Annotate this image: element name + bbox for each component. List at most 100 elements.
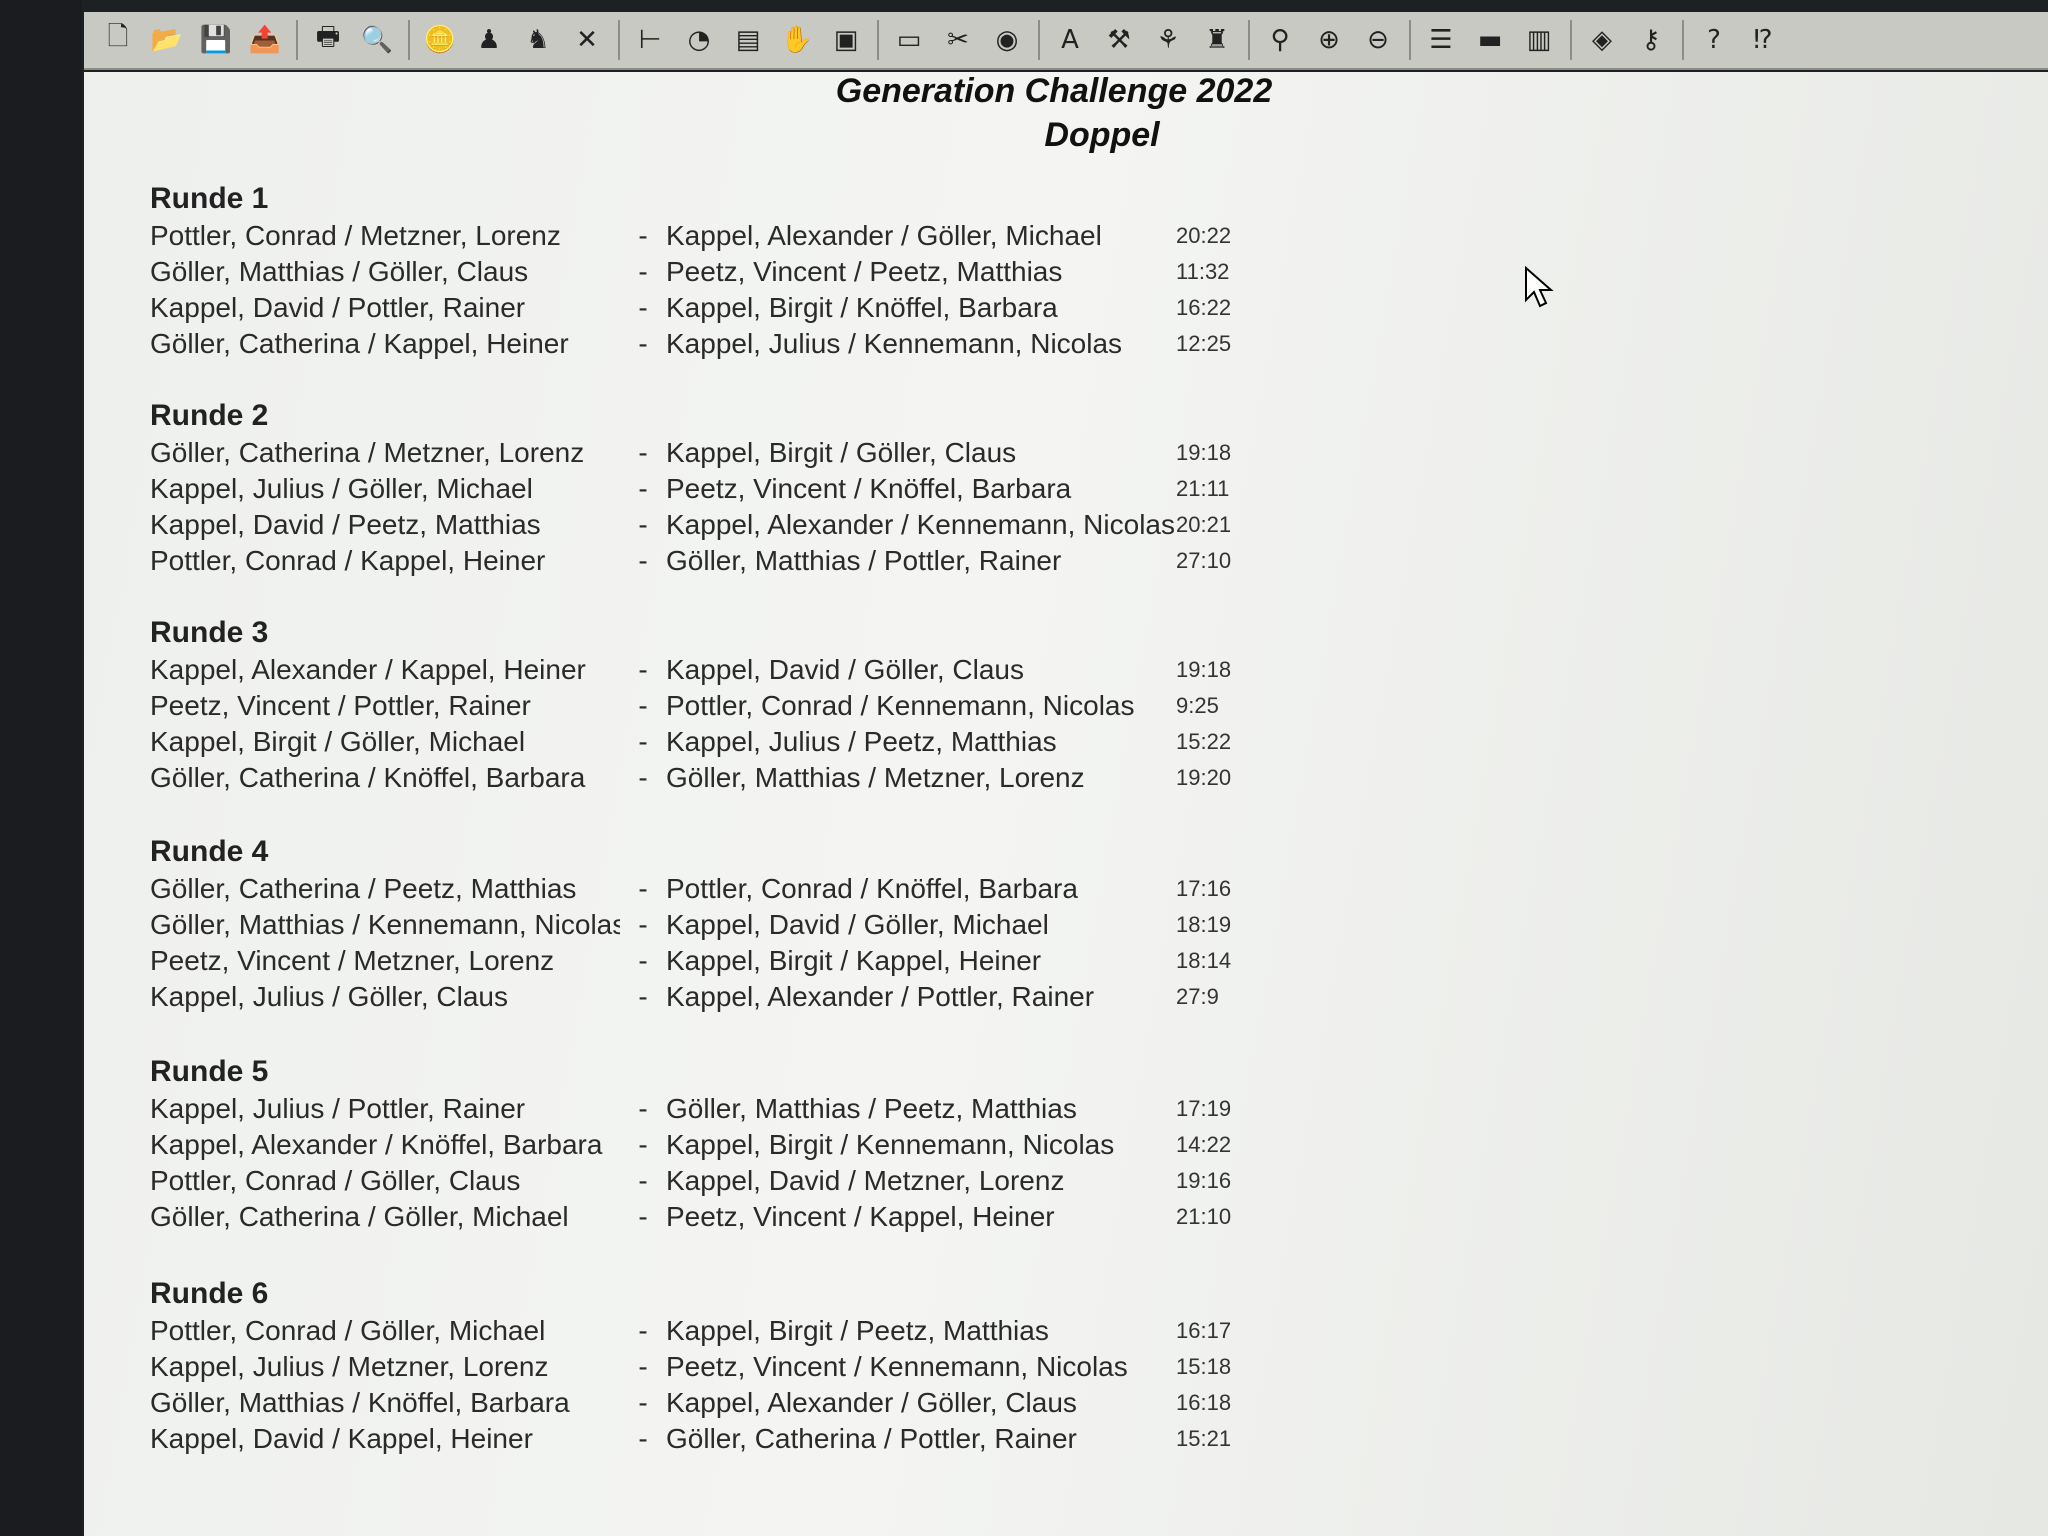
separator-dash: - bbox=[638, 690, 648, 721]
team-b: Pottler, Conrad / Kennemann, Nicolas bbox=[666, 690, 1135, 721]
match-score: 15:18 bbox=[1176, 1354, 1232, 1379]
box-icon[interactable]: ▣ bbox=[826, 20, 866, 60]
report-page: Generation Challenge 2022 Doppel Runde 1… bbox=[84, 72, 2048, 1536]
round-title: Runde 1 bbox=[150, 182, 269, 215]
team-b: Kappel, David / Göller, Michael bbox=[666, 909, 1049, 940]
match-row: Kappel, David / Pottler, Rainer - Kappel, … bbox=[150, 290, 1370, 326]
team-a: Göller, Catherina / Knöffel, Barbara bbox=[150, 762, 586, 793]
export-icon[interactable]: 📤 bbox=[245, 20, 285, 60]
open-folder-icon[interactable]: 📂 bbox=[147, 20, 187, 60]
team-b: Kappel, Julius / Kennemann, Nicolas bbox=[666, 328, 1123, 359]
team-b: Kappel, Birgit / Knöffel, Barbara bbox=[666, 292, 1058, 323]
team-b: Peetz, Vincent / Kappel, Heiner bbox=[666, 1201, 1055, 1232]
round-block: Runde 6 Pottler, Conrad / Göller, Michael… bbox=[150, 1275, 1370, 1457]
round-block: Runde 5 Kappel, Julius / Pottler, Rainer -… bbox=[150, 1053, 1370, 1235]
save-icon[interactable]: 💾 bbox=[196, 20, 236, 60]
hand-icon[interactable]: ✋ bbox=[777, 20, 817, 60]
zoom-out-icon[interactable]: ⊖ bbox=[1358, 20, 1398, 60]
list-icon[interactable]: ▤ bbox=[728, 20, 768, 60]
tree-icon[interactable]: ⊢ bbox=[630, 20, 670, 60]
print-preview-icon[interactable]: 🔍 bbox=[357, 20, 397, 60]
team-b: Kappel, Alexander / Göller, Claus bbox=[666, 1387, 1077, 1418]
match-score: 17:19 bbox=[1176, 1096, 1232, 1121]
new-document-icon[interactable]: 🗋 bbox=[98, 20, 138, 60]
globe-icon[interactable]: ◉ bbox=[987, 20, 1027, 60]
round-block: Runde 2 Göller, Catherina / Metzner, Lore… bbox=[150, 397, 1370, 579]
round-title: Runde 2 bbox=[150, 399, 269, 432]
team-a: Göller, Matthias / Knöffel, Barbara bbox=[150, 1387, 570, 1418]
separator-dash: - bbox=[638, 220, 648, 251]
match-score: 20:22 bbox=[1176, 223, 1232, 248]
clock-icon[interactable]: ◔ bbox=[679, 20, 719, 60]
columns-icon[interactable]: ▥ bbox=[1519, 20, 1559, 60]
match-row: Kappel, Birgit / Göller, Michael - Kappel,… bbox=[150, 724, 1370, 760]
match-row: Kappel, Alexander / Kappel, Heiner - Kappe… bbox=[150, 652, 1370, 688]
match-score: 18:19 bbox=[1176, 912, 1232, 937]
separator-dash: - bbox=[638, 945, 648, 976]
match-row: Göller, Matthias / Knöffel, Barbara - Kapp… bbox=[150, 1385, 1370, 1421]
group-icon[interactable]: ♜ bbox=[1197, 20, 1237, 60]
match-score: 16:17 bbox=[1176, 1318, 1232, 1343]
match-row: Kappel, Alexander / Knöffel, Barbara - Kap… bbox=[150, 1127, 1370, 1163]
separator-dash: - bbox=[638, 473, 648, 504]
toolbar-separator bbox=[296, 20, 298, 60]
rows-icon[interactable]: ▬ bbox=[1470, 20, 1510, 60]
coin-icon[interactable]: 🪙 bbox=[420, 20, 460, 60]
round-title: Runde 3 bbox=[150, 616, 269, 649]
print-icon[interactable]: 🖶 bbox=[308, 20, 348, 60]
zoom-in-icon[interactable]: ⊕ bbox=[1309, 20, 1349, 60]
key-icon[interactable]: ⚷ bbox=[1631, 20, 1671, 60]
search-icon[interactable]: ⚲ bbox=[1260, 20, 1300, 60]
match-row: Pottler, Conrad / Göller, Claus - Kappel, … bbox=[150, 1163, 1370, 1199]
separator-dash: - bbox=[638, 1387, 648, 1418]
team-a: Kappel, David / Pottler, Rainer bbox=[150, 292, 526, 323]
team-a: Kappel, Alexander / Knöffel, Barbara bbox=[150, 1129, 603, 1160]
separator-dash: - bbox=[638, 981, 648, 1012]
team-b: Göller, Catherina / Pottler, Rainer bbox=[666, 1423, 1077, 1454]
card-icon[interactable]: ▭ bbox=[889, 20, 929, 60]
team-a: Göller, Matthias / Göller, Claus bbox=[150, 256, 529, 287]
person-icon[interactable]: ♟ bbox=[469, 20, 509, 60]
report-title: Generation Challenge 2022 bbox=[835, 72, 1273, 110]
match-row: Göller, Catherina / Peetz, Matthias - Pott… bbox=[150, 871, 1370, 907]
team-b: Kappel, Alexander / Pottler, Rainer bbox=[666, 981, 1095, 1012]
team-a: Peetz, Vincent / Pottler, Rainer bbox=[150, 690, 531, 721]
toolbar-separator bbox=[1570, 20, 1572, 60]
match-row: Pottler, Conrad / Göller, Michael - Kappel… bbox=[150, 1313, 1370, 1349]
match-row: Kappel, David / Kappel, Heiner - Göller, C… bbox=[150, 1421, 1370, 1457]
context-help-icon[interactable]: ⁉ bbox=[1743, 20, 1783, 60]
delete-icon[interactable]: ✕ bbox=[567, 20, 607, 60]
match-row: Pottler, Conrad / Kappel, Heiner - Göller,… bbox=[150, 543, 1370, 579]
match-score: 20:21 bbox=[1176, 512, 1232, 537]
team-b: Pottler, Conrad / Knöffel, Barbara bbox=[666, 873, 1078, 904]
round-block: Runde 3 Kappel, Alexander / Kappel, Heine… bbox=[150, 614, 1370, 796]
scissor-icon[interactable]: ✂ bbox=[938, 20, 978, 60]
match-score: 16:22 bbox=[1176, 295, 1232, 320]
toolbar-separator bbox=[1038, 20, 1040, 60]
team-b: Kappel, Alexander / Göller, Michael bbox=[666, 220, 1102, 251]
round-title: Runde 4 bbox=[150, 835, 269, 868]
match-score: 14:22 bbox=[1176, 1132, 1232, 1157]
tools-icon[interactable]: ⚒ bbox=[1099, 20, 1139, 60]
match-row: Peetz, Vincent / Metzner, Lorenz - Kappel,… bbox=[150, 943, 1370, 979]
separator-dash: - bbox=[638, 328, 648, 359]
separator-dash: - bbox=[638, 1351, 648, 1382]
add-person-icon[interactable]: ♞ bbox=[518, 20, 558, 60]
team-a: Pottler, Conrad / Göller, Michael bbox=[150, 1315, 546, 1346]
match-score: 15:22 bbox=[1176, 729, 1232, 754]
team-b: Peetz, Vincent / Peetz, Matthias bbox=[666, 256, 1063, 287]
team-a: Kappel, Birgit / Göller, Michael bbox=[150, 726, 526, 757]
badge-icon[interactable]: ◈ bbox=[1582, 20, 1622, 60]
layers-icon[interactable]: ☰ bbox=[1421, 20, 1461, 60]
text-icon[interactable]: A bbox=[1050, 20, 1090, 60]
star-person-icon[interactable]: ⚘ bbox=[1148, 20, 1188, 60]
help-icon[interactable]: ? bbox=[1694, 20, 1734, 60]
team-b: Kappel, Birgit / Kappel, Heiner bbox=[666, 945, 1042, 976]
match-score: 21:11 bbox=[1176, 476, 1230, 501]
separator-dash: - bbox=[638, 1129, 648, 1160]
team-a: Kappel, David / Kappel, Heiner bbox=[150, 1423, 533, 1454]
team-a: Kappel, Alexander / Kappel, Heiner bbox=[150, 654, 586, 685]
match-row: Kappel, Julius / Pottler, Rainer - Göller,… bbox=[150, 1091, 1370, 1127]
separator-dash: - bbox=[638, 909, 648, 940]
round-block: Runde 4 Göller, Catherina / Peetz, Matthi… bbox=[150, 833, 1370, 1015]
